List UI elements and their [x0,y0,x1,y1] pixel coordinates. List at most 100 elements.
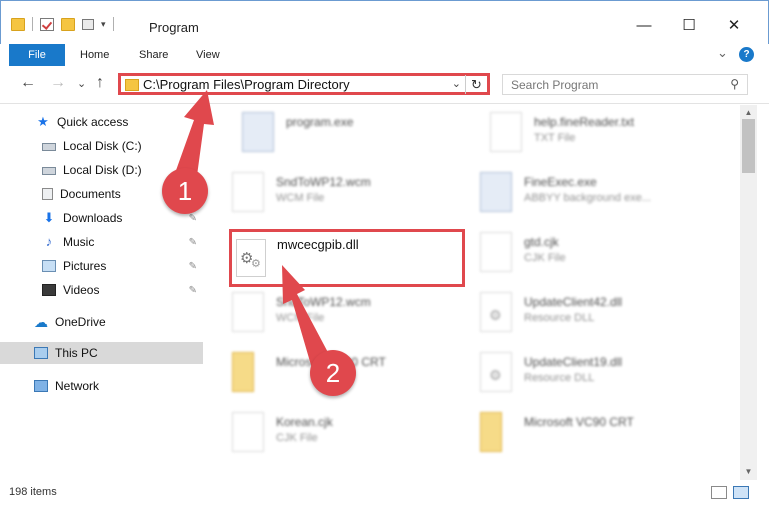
folder-icon[interactable] [11,17,25,31]
sidebar-item-pictures[interactable]: Pictures ✎ [0,255,203,277]
step-badge-1: 1 [162,168,208,214]
disk-icon [42,167,56,175]
text-file-icon [490,112,522,152]
file-type: WCM File [276,312,325,324]
expand-ribbon-icon[interactable]: ⌄ [717,45,728,61]
file-icon [480,232,512,272]
sidebar-item-label: OneDrive [55,315,106,329]
file-icon [232,172,264,212]
item-count: 198 items [9,486,57,498]
file-list: program.exe help.fineReader.txt TXT File… [210,105,740,480]
network-icon [34,380,48,392]
close-button[interactable]: ✕ [719,15,749,35]
star-icon: ★ [37,114,49,129]
sidebar-item-label: Local Disk (D:) [63,163,142,177]
tab-home[interactable]: Home [74,44,115,66]
list-item[interactable]: Korean.cjk CJK File [210,407,450,457]
file-name: Korean.cjk [276,415,333,429]
title-bar: ▾ Program — ☐ ✕ [0,0,769,44]
list-item[interactable]: help.fineReader.txt TXT File [468,107,708,157]
list-item[interactable]: SndToWP12.wcm WCM File [210,167,450,217]
dll-file-icon [480,292,512,332]
file-name: mwcecgpib.dll [277,237,359,252]
large-icons-view-icon[interactable] [733,486,749,499]
list-item[interactable]: gtd.cjk CJK File [458,227,698,277]
back-button[interactable]: ← [20,74,36,92]
file-name: SndToWP12.wcm [276,175,371,189]
recent-locations-button[interactable]: ⌄ [77,77,86,90]
list-item[interactable]: Microsoft VC90 CRT [458,407,698,457]
dll-file-icon [480,352,512,392]
file-name: program.exe [286,115,354,129]
exe-file-icon [242,112,274,152]
sidebar-item-network[interactable]: Network [0,375,203,397]
pictures-icon [42,260,56,272]
minimize-button[interactable]: — [629,15,659,35]
customize-dropdown-icon[interactable]: ▾ [101,19,106,30]
scroll-down-icon[interactable]: ▼ [740,464,757,480]
exe-file-icon [480,172,512,212]
disk-icon [42,143,56,151]
status-bar: 198 items [0,480,769,515]
sidebar-item-local-disk-c[interactable]: Local Disk (C:) [0,135,203,157]
pin-icon[interactable]: ✎ [189,285,197,296]
toolbar-separator [32,17,33,31]
pin-icon[interactable]: ✎ [189,213,197,224]
address-path[interactable]: C:\Program Files\Program Directory [143,77,350,93]
file-type: TXT File [534,132,576,144]
highlighted-dll-file[interactable]: mwcecgpib.dll [229,229,465,287]
sidebar-item-label: Documents [60,187,121,201]
downloads-icon: ⬇ [43,210,55,225]
documents-icon [42,188,53,200]
quick-access-toolbar: ▾ [11,17,114,31]
up-button[interactable]: ↑ [96,74,104,92]
list-item[interactable]: UpdateClient19.dll Resource DLL [458,347,698,397]
sidebar-item-music[interactable]: ♪ Music ✎ [0,231,203,253]
properties-icon[interactable] [40,17,54,31]
videos-icon [42,284,56,296]
computer-icon [34,347,48,359]
sidebar-item-quick-access[interactable]: ★ Quick access [0,111,203,133]
folder-icon [232,352,254,392]
file-type: ABBYY background exe... [524,192,651,204]
tab-share[interactable]: Share [133,44,174,66]
file-name: SndToWP12.wcm [276,295,371,309]
address-dropdown-icon[interactable]: ⌄ [452,77,461,90]
tab-view[interactable]: View [190,44,226,66]
help-icon[interactable]: ? [739,47,754,62]
search-box[interactable]: Search Program ⚲ [502,74,748,95]
maximize-button[interactable]: ☐ [674,15,704,35]
forward-button[interactable]: → [50,74,66,92]
list-item[interactable]: FineExec.exe ABBYY background exe... [458,167,698,217]
navigation-pane: ★ Quick access Local Disk (C:) Local Dis… [0,105,210,480]
scroll-thumb[interactable] [742,119,755,173]
file-type: CJK File [276,432,318,444]
sidebar-item-videos[interactable]: Videos ✎ [0,279,203,301]
music-icon: ♪ [45,234,53,249]
folder-icon [125,79,139,91]
details-view-icon[interactable] [711,486,727,499]
sidebar-item-label: Music [63,235,95,249]
list-item[interactable]: program.exe [220,107,460,157]
search-icon[interactable]: ⚲ [730,77,739,91]
sidebar-item-label: Videos [63,283,100,297]
file-type: Resource DLL [524,312,595,324]
list-item[interactable]: UpdateClient42.dll Resource DLL [458,287,698,337]
customize-toolbar-icon[interactable] [82,18,94,30]
file-name: Microsoft VC90 CRT [524,415,634,429]
pin-icon[interactable]: ✎ [189,237,197,248]
vertical-scrollbar[interactable]: ▲ ▼ [740,105,757,480]
refresh-button[interactable]: ↻ [465,75,487,94]
address-bar[interactable]: C:\Program Files\Program Directory ⌄ ↻ [118,73,490,95]
file-type: Resource DLL [524,372,595,384]
step-badge-2: 2 [310,350,356,396]
sidebar-item-label: Network [55,379,100,393]
pin-icon[interactable]: ✎ [189,261,197,272]
sidebar-item-this-pc[interactable]: This PC [0,342,203,364]
sidebar-item-onedrive[interactable]: ☁ OneDrive [0,311,203,333]
search-placeholder: Search Program [511,78,599,92]
tab-file[interactable]: File [9,44,65,66]
new-folder-icon[interactable] [61,17,75,31]
list-item[interactable]: SndToWP12.wcm WCM File [210,287,450,337]
file-name: FineExec.exe [524,175,597,189]
